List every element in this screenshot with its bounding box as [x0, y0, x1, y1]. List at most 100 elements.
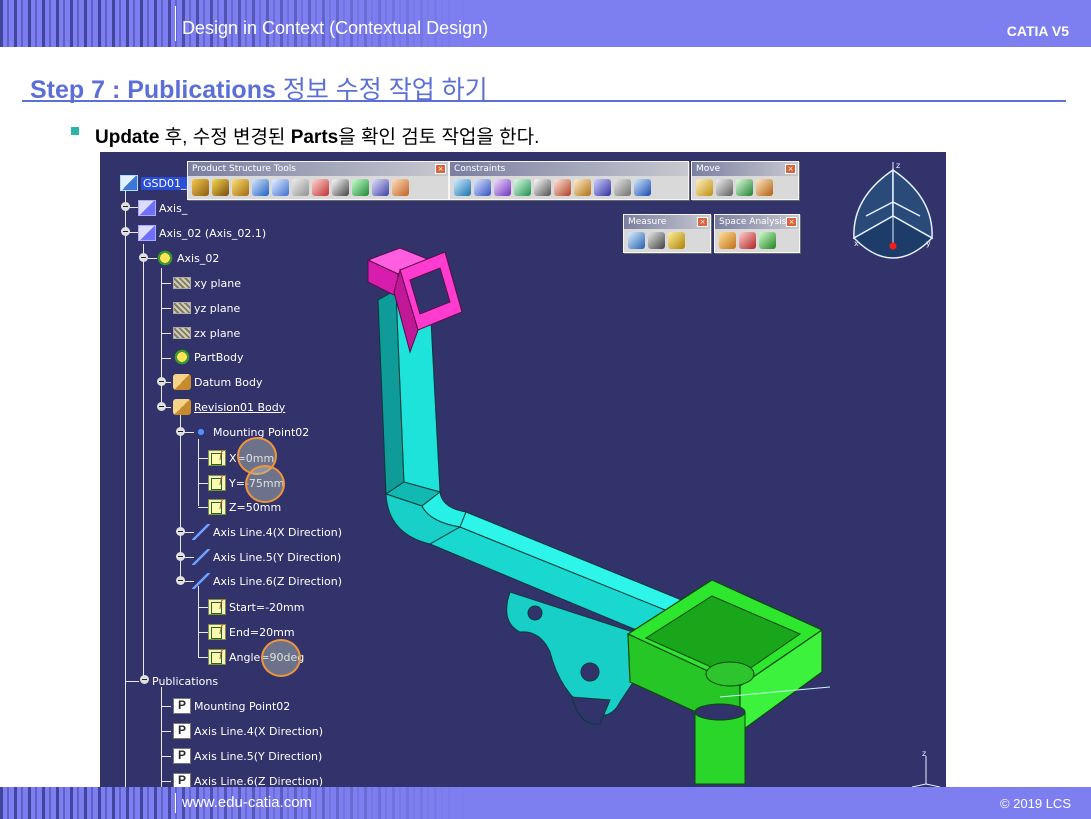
fast-multi-instantiation-icon[interactable]: [392, 179, 409, 196]
reuse-pattern-icon[interactable]: [634, 179, 651, 196]
expander-revision[interactable]: [157, 402, 166, 411]
expander-datum[interactable]: [157, 377, 166, 386]
tree-node-param-start[interactable]: Start=-20mm: [208, 598, 305, 616]
flexible-rigid-icon[interactable]: [594, 179, 611, 196]
tree-node-pub-axis-line-6[interactable]: Axis Line.6(Z Direction): [173, 772, 323, 787]
distance-band-icon[interactable]: [759, 232, 776, 249]
measure-between-icon[interactable]: [628, 232, 645, 249]
clash-icon[interactable]: [719, 232, 736, 249]
measure-item-icon[interactable]: [648, 232, 665, 249]
tree-node-root[interactable]: GSD01_A: [120, 174, 196, 192]
tree-node-xy-plane[interactable]: xy plane: [173, 274, 241, 292]
title-underline: [22, 100, 1066, 102]
body-icon: [173, 399, 191, 415]
generate-numbering-icon[interactable]: [312, 179, 329, 196]
sectioning-icon[interactable]: [739, 232, 756, 249]
plane-icon: [173, 327, 191, 339]
close-icon[interactable]: ×: [786, 217, 797, 227]
fix-together-icon[interactable]: [554, 179, 571, 196]
tree-node-axis-line-5[interactable]: Axis Line.5(Y Direction): [192, 548, 341, 566]
product-icon: [120, 175, 138, 191]
fix-component-icon[interactable]: [534, 179, 551, 196]
new-product-icon[interactable]: [212, 179, 229, 196]
toolbar-constraints[interactable]: Constraints: [449, 161, 689, 200]
quick-constraint-icon[interactable]: [574, 179, 591, 196]
tree-node-pub-axis-line-4[interactable]: Axis Line.4(X Direction): [173, 722, 323, 740]
parameter-icon: [208, 499, 226, 515]
tree-node-datum-body[interactable]: Datum Body: [173, 373, 262, 391]
tree-node-axis1[interactable]: Axis_: [138, 199, 187, 217]
contact-constraint-icon[interactable]: [474, 179, 491, 196]
expander-al5[interactable]: [176, 552, 185, 561]
expander-axis1[interactable]: [121, 202, 130, 211]
expander-publications[interactable]: [140, 675, 149, 684]
header-separator: [175, 6, 176, 41]
measure-inertia-icon[interactable]: [668, 232, 685, 249]
bullet-text: Update 후, 수정 변경된 Parts을 확인 검토 작업을 한다.: [95, 122, 539, 149]
replace-component-icon[interactable]: [272, 179, 289, 196]
tree-label-z: Z=50mm: [229, 500, 282, 514]
coincidence-constraint-icon[interactable]: [454, 179, 471, 196]
tree-node-publications[interactable]: Publications: [152, 672, 218, 690]
bullet-square-icon: [71, 127, 79, 135]
line-icon: [192, 524, 210, 540]
tree-node-pub-mounting-point[interactable]: Mounting Point02: [173, 697, 290, 715]
expander-mpoint[interactable]: [176, 427, 185, 436]
new-part-icon[interactable]: [232, 179, 249, 196]
footer-url-link[interactable]: www.edu-catia.com: [182, 794, 312, 811]
compass-icon[interactable]: z x y: [846, 158, 940, 278]
toolbar-product-structure-tools[interactable]: Product Structure Tools ×: [187, 161, 449, 200]
expander-axis2[interactable]: [121, 227, 130, 236]
footer-band: www.edu-catia.com © 2019 LCS: [0, 787, 1091, 819]
bullet-text-1: 후, 수정 변경된: [159, 127, 291, 148]
compass-label-x: x: [854, 239, 859, 248]
snap-icon[interactable]: [716, 179, 733, 196]
publication-icon: [173, 698, 191, 714]
tree-label-publications: Publications: [152, 674, 219, 688]
compass-label-y: y: [926, 239, 931, 248]
toolbar-space-analysis[interactable]: Space Analysis ×: [714, 214, 800, 253]
axis-component-icon: [138, 200, 156, 216]
stop-manipulate-on-clash-icon[interactable]: [756, 179, 773, 196]
partbody-gear-icon: [173, 349, 191, 365]
tree-label-xy: xy plane: [194, 276, 242, 290]
tree-label-al5: Axis Line.5(Y Direction): [213, 550, 342, 564]
toolbar-measure[interactable]: Measure ×: [623, 214, 711, 253]
toolbar-title-move: Move: [696, 164, 721, 174]
toolbar-move[interactable]: Move ×: [691, 161, 799, 200]
manipulation-icon[interactable]: [696, 179, 713, 196]
selective-load-icon[interactable]: [332, 179, 349, 196]
tree-node-partbody[interactable]: PartBody: [173, 348, 243, 366]
tree-node-axis2-part[interactable]: Axis_02: [156, 249, 219, 267]
tree-node-pub-axis-line-5[interactable]: Axis Line.5(Y Direction): [173, 747, 322, 765]
tree-node-axis-line-4[interactable]: Axis Line.4(X Direction): [192, 523, 342, 541]
angle-constraint-icon[interactable]: [514, 179, 531, 196]
bullet-bold-parts: Parts: [290, 127, 339, 148]
tree-node-zx-plane[interactable]: zx plane: [173, 324, 240, 342]
tree-node-revision-body[interactable]: Revision01 Body: [173, 398, 285, 416]
change-constraint-icon[interactable]: [614, 179, 631, 196]
expander-al4[interactable]: [176, 527, 185, 536]
manage-representations-icon[interactable]: [352, 179, 369, 196]
existing-component-icon[interactable]: [252, 179, 269, 196]
explode-icon[interactable]: [736, 179, 753, 196]
tree-node-axis2[interactable]: Axis_02 (Axis_02.1): [138, 224, 266, 242]
specification-tree[interactable]: GSD01_A Axis_ Axis_02 (Axis_02.1) Axis_0…: [100, 152, 360, 787]
tree-label-axis2: Axis_02 (Axis_02.1): [159, 226, 267, 240]
publication-icon: [173, 748, 191, 764]
tree-node-yz-plane[interactable]: yz plane: [173, 299, 240, 317]
offset-constraint-icon[interactable]: [494, 179, 511, 196]
tree-label-pub-al6: Axis Line.6(Z Direction): [194, 774, 324, 788]
tree-node-axis-line-6[interactable]: Axis Line.6(Z Direction): [192, 572, 342, 590]
new-component-icon[interactable]: [192, 179, 209, 196]
close-icon[interactable]: ×: [435, 164, 446, 174]
graph-tree-icon[interactable]: [292, 179, 309, 196]
expander-axis2-child[interactable]: [139, 253, 148, 262]
multi-instantiation-icon[interactable]: [372, 179, 389, 196]
expander-al6[interactable]: [176, 576, 185, 585]
catia-viewport[interactable]: GSD01_A Axis_ Axis_02 (Axis_02.1) Axis_0…: [100, 152, 946, 787]
tree-label-al6: Axis Line.6(Z Direction): [213, 574, 343, 588]
close-icon[interactable]: ×: [785, 164, 796, 174]
tree-label-al4: Axis Line.4(X Direction): [213, 525, 343, 539]
close-icon[interactable]: ×: [697, 217, 708, 227]
